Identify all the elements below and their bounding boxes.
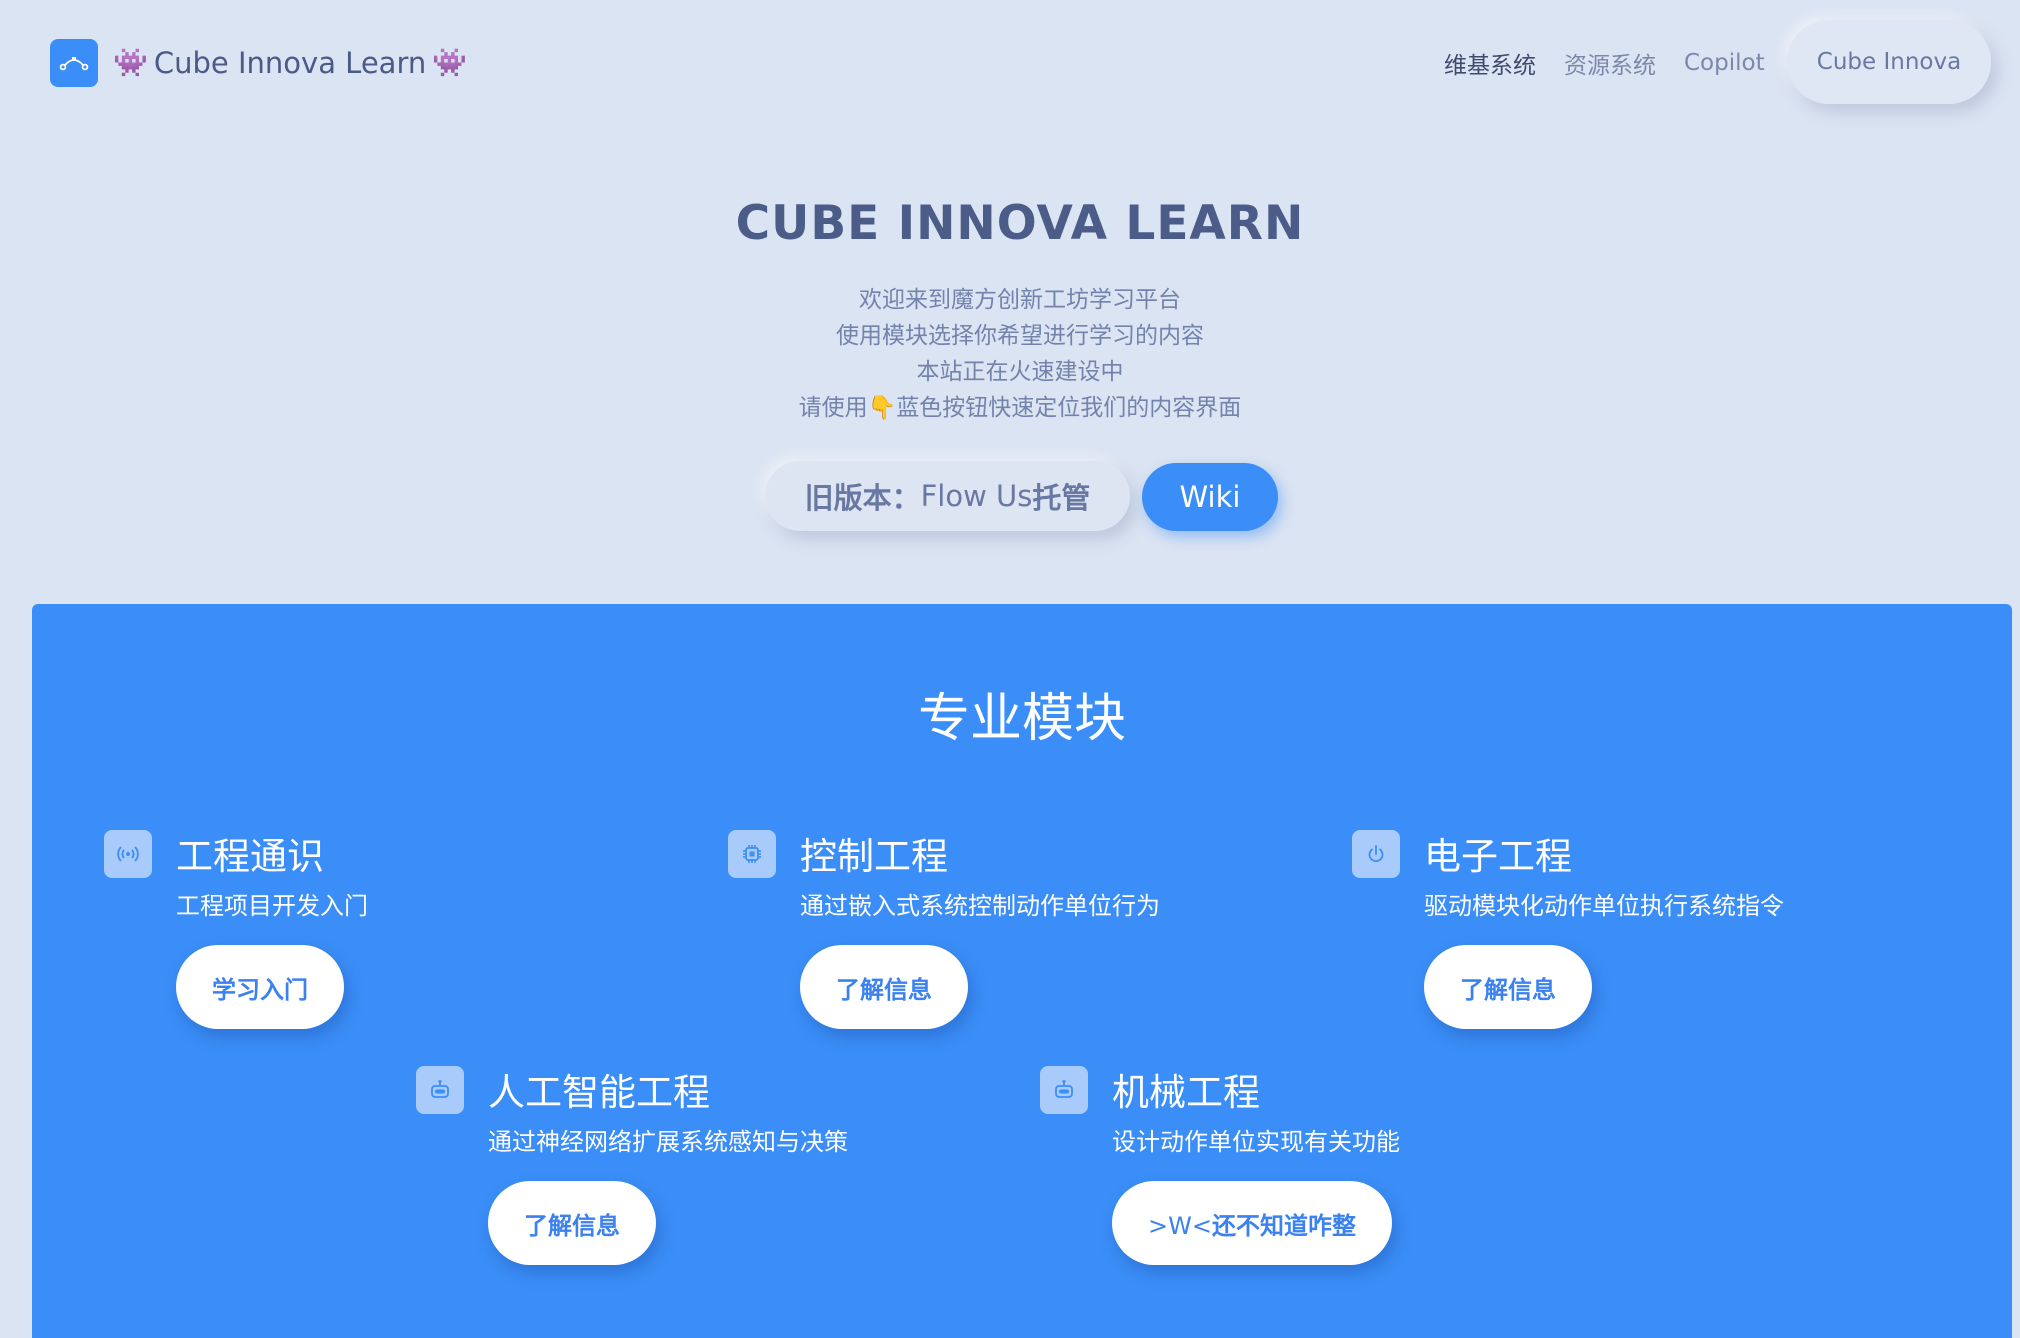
hero-line: 本站正在火速建设中 [916, 359, 1124, 385]
old-version-button[interactable]: 旧版本： Flow Us 托管 [765, 461, 1130, 531]
module-title: 人工智能工程 [488, 1071, 710, 1114]
modules-panel: 专业模块 工程通识 工程项目开发入门 学习入门 控制工程 通过嵌入式系统控制动作… [32, 604, 2012, 1338]
module-subtitle: 设计动作单位实现有关功能 [1112, 1128, 1400, 1156]
brand[interactable]: 👾 Cube Innova Learn 👾 [113, 40, 467, 86]
nav-link-wiki-system[interactable]: 维基系统 [1444, 46, 1536, 80]
antenna-icon [104, 830, 152, 878]
modules-title: 专业模块 [917, 689, 1126, 749]
old-version-prefix: 旧版本： [804, 481, 921, 515]
logo-icon[interactable] [50, 39, 98, 87]
module-button[interactable]: 了解信息 [800, 945, 968, 1029]
hero-line: 使用模块选择你希望进行学习的内容 [836, 323, 1204, 349]
module-button[interactable]: 学习入门 [176, 945, 344, 1029]
nav-link-copilot[interactable]: Copilot [1684, 50, 1765, 76]
module-button[interactable]: >W<还不知道咋整 [1112, 1181, 1392, 1265]
bezier-icon [59, 57, 89, 71]
power-icon [1352, 830, 1400, 878]
cube-innova-button[interactable]: Cube Innova [1787, 20, 1991, 104]
nav-link-resource-system[interactable]: 资源系统 [1564, 46, 1656, 80]
module-title: 控制工程 [800, 835, 948, 878]
robot-icon [416, 1066, 464, 1114]
old-version-mid: Flow Us [920, 479, 1033, 513]
alien-icon: 👾 [113, 46, 148, 79]
button-label: 还不知道咋整 [1211, 1211, 1356, 1240]
page-title: CUBE INNOVA LEARN [735, 196, 1305, 251]
hero-description: 欢迎来到魔方创新工坊学习平台 使用模块选择你希望进行学习的内容 本站正在火速建设… [0, 282, 2020, 426]
robot-icon [1040, 1066, 1088, 1114]
old-version-suffix: 托管 [1032, 481, 1091, 515]
brand-title: Cube Innova Learn [153, 46, 427, 80]
module-title: 工程通识 [176, 835, 324, 878]
module-button[interactable]: 了解信息 [488, 1181, 656, 1265]
chip-icon [728, 830, 776, 878]
module-button[interactable]: 了解信息 [1424, 945, 1592, 1029]
hero-line: 欢迎来到魔方创新工坊学习平台 [859, 287, 1181, 313]
hero-line: 请使用👇蓝色按钮快速定位我们的内容界面 [798, 395, 1242, 421]
button-emoticon: >W< [1148, 1211, 1212, 1240]
alien-icon: 👾 [432, 46, 468, 79]
wiki-button[interactable]: Wiki [1142, 463, 1278, 531]
module-subtitle: 通过神经网络扩展系统感知与决策 [488, 1128, 848, 1156]
module-subtitle: 通过嵌入式系统控制动作单位行为 [800, 892, 1160, 920]
module-title: 电子工程 [1424, 835, 1572, 878]
module-subtitle: 驱动模块化动作单位执行系统指令 [1424, 892, 1784, 920]
module-subtitle: 工程项目开发入门 [176, 892, 368, 920]
module-title: 机械工程 [1112, 1071, 1260, 1114]
